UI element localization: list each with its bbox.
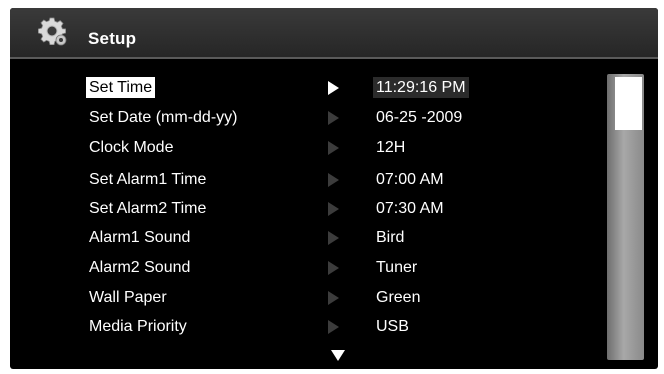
menu-row-set-time[interactable]: Set Time 11:29:16 PM: [10, 74, 570, 100]
menu-value[interactable]: 12H: [373, 137, 408, 158]
right-arrow-icon[interactable]: [328, 111, 339, 125]
menu-label: Set Date (mm-dd-yy): [89, 109, 238, 126]
menu-label: Set Time: [86, 77, 156, 98]
menu-label: Set Alarm1 Time: [89, 171, 207, 188]
gear-icon: [38, 17, 67, 46]
menu-label: Clock Mode: [89, 139, 174, 156]
menu-row-clock-mode[interactable]: Clock Mode 12H: [10, 134, 570, 160]
menu-value[interactable]: Bird: [373, 227, 407, 248]
right-arrow-icon[interactable]: [328, 202, 339, 216]
right-arrow-icon[interactable]: [328, 231, 339, 245]
menu-label: Alarm1 Sound: [89, 229, 191, 246]
menu-label: Media Priority: [89, 318, 187, 335]
scrollbar-thumb[interactable]: [615, 77, 642, 130]
menu-value[interactable]: 06-25 -2009: [373, 107, 465, 128]
menu-value[interactable]: Green: [373, 287, 423, 308]
scrollbar[interactable]: [607, 74, 644, 360]
menu-label: Alarm2 Sound: [89, 259, 191, 276]
right-arrow-icon[interactable]: [328, 291, 339, 305]
right-arrow-icon[interactable]: [328, 320, 339, 334]
menu-row-wall-paper[interactable]: Wall Paper Green: [10, 284, 570, 310]
menu-row-media-priority[interactable]: Media Priority USB: [10, 313, 570, 339]
menu-value[interactable]: 07:30 AM: [373, 198, 447, 219]
header-bar: Setup: [10, 8, 658, 59]
menu-row-alarm1-sound[interactable]: Alarm1 Sound Bird: [10, 224, 570, 250]
menu-label: Set Alarm2 Time: [89, 200, 207, 217]
scroll-down-arrow-icon[interactable]: [331, 350, 345, 361]
menu-row-set-alarm1-time[interactable]: Set Alarm1 Time 07:00 AM: [10, 166, 570, 192]
menu-value[interactable]: 11:29:16 PM: [373, 77, 469, 98]
menu-row-set-date[interactable]: Set Date (mm-dd-yy) 06-25 -2009: [10, 104, 570, 130]
menu-label: Wall Paper: [89, 289, 167, 306]
menu-value[interactable]: Tuner: [373, 257, 420, 278]
menu-row-set-alarm2-time[interactable]: Set Alarm2 Time 07:30 AM: [10, 195, 570, 221]
right-arrow-icon[interactable]: [328, 173, 339, 187]
right-arrow-icon[interactable]: [328, 261, 339, 275]
right-arrow-icon[interactable]: [328, 81, 339, 95]
page-title: Setup: [88, 29, 137, 48]
menu-value[interactable]: 07:00 AM: [373, 169, 447, 190]
setup-screen: Setup Set Time 11:29:16 PM Set Date (mm-…: [10, 8, 658, 369]
menu-value[interactable]: USB: [373, 316, 412, 337]
menu-row-alarm2-sound[interactable]: Alarm2 Sound Tuner: [10, 254, 570, 280]
right-arrow-icon[interactable]: [328, 141, 339, 155]
